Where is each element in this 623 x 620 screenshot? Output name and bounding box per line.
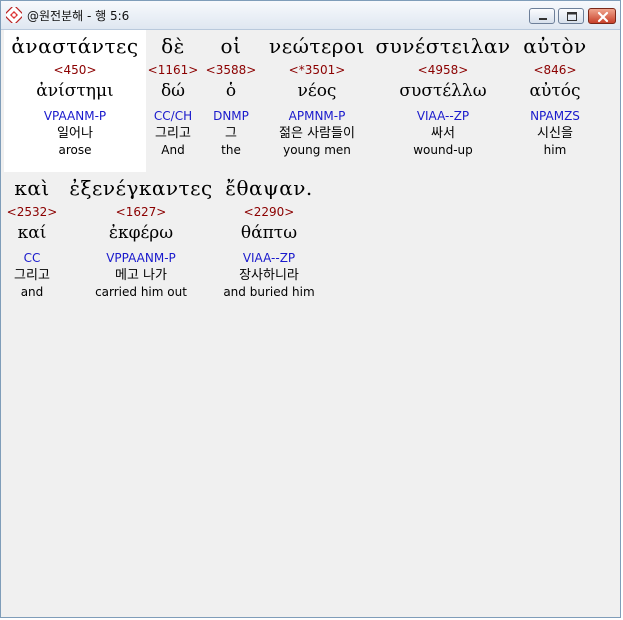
window-title: @원전분해 - 행 5:6 [27, 9, 130, 23]
greek-word: καὶ [14, 176, 50, 200]
app-window: @원전분해 - 행 5:6 ἀναστάντες <450> ἀνίστημι … [0, 0, 621, 618]
word-block[interactable]: νεώτεροι <*3501> νέος APMNM-P 젊은 사람들이 yo… [260, 34, 374, 157]
parse-code[interactable]: VIAA--ZP [374, 109, 512, 123]
lemma: συστέλλω [399, 81, 487, 101]
korean-gloss: 그 [225, 126, 237, 141]
parse-code[interactable]: APMNM-P [260, 109, 374, 123]
korean-gloss: 그리고 [155, 126, 191, 141]
lemma: ἐκφέρω [108, 223, 174, 243]
strong-number[interactable]: <3588> [204, 63, 258, 77]
english-gloss: And [161, 143, 185, 157]
close-icon [597, 11, 609, 23]
parse-code[interactable]: NPAMZS [512, 109, 598, 123]
title-bar[interactable]: @원전분해 - 행 5:6 [1, 1, 620, 30]
parse-code[interactable]: CC [4, 251, 60, 265]
word-block[interactable]: ἐξενέγκαντες <1627> ἐκφέρω VPPAANM-P 메고 … [64, 176, 218, 299]
lemma: δώ [160, 81, 186, 101]
word-block[interactable]: αὐτὸν <846> αὐτός NPAMZS 시신을 him [512, 34, 598, 157]
lemma: θάπτω [240, 223, 298, 243]
greek-word: ἔθαψαν. [225, 176, 313, 200]
parse-code[interactable]: VIAA--ZP [218, 251, 320, 265]
interlinear-content: ἀναστάντες <450> ἀνίστημι VPAANM-P 일어나 a… [4, 30, 619, 616]
word-block[interactable]: συνέστειλαν <4958> συστέλλω VIAA--ZP 싸서 … [374, 34, 512, 157]
strong-number[interactable]: <1161> [144, 63, 202, 77]
greek-word: συνέστειλαν [375, 34, 511, 58]
word-block[interactable]: ἔθαψαν. <2290> θάπτω VIAA--ZP 장사하니라 and … [218, 176, 320, 299]
korean-gloss: 일어나 [57, 126, 93, 141]
greek-word: ἀναστάντες [11, 34, 139, 58]
korean-gloss: 장사하니라 [239, 268, 299, 283]
word-block[interactable]: καὶ <2532> καί CC 그리고 and [4, 176, 60, 299]
korean-gloss: 싸서 [431, 126, 455, 141]
korean-gloss: 그리고 [14, 268, 50, 283]
close-button[interactable] [588, 8, 616, 24]
strong-number[interactable]: <846> [512, 63, 598, 77]
english-gloss: arose [58, 143, 92, 157]
greek-word: δὲ [161, 34, 185, 58]
parse-code[interactable]: VPPAANM-P [64, 251, 218, 265]
lemma: νέος [297, 81, 337, 101]
english-gloss: him [543, 143, 567, 157]
greek-word: αὐτὸν [523, 34, 587, 58]
korean-gloss: 젊은 사람들이 [279, 126, 355, 141]
english-gloss: and [20, 285, 44, 299]
english-gloss: wound-up [413, 143, 473, 157]
minimize-button[interactable] [529, 8, 555, 24]
greek-word: νεώτεροι [269, 34, 365, 58]
parse-code[interactable]: VPAANM-P [4, 109, 146, 123]
greek-word: ἐξενέγκαντες [69, 176, 213, 200]
korean-gloss: 시신을 [537, 126, 573, 141]
word-block[interactable]: ἀναστάντες <450> ἀνίστημι VPAANM-P 일어나 a… [4, 34, 146, 157]
lemma: αὐτός [529, 81, 581, 101]
korean-gloss: 메고 나가 [115, 268, 167, 283]
english-gloss: the [221, 143, 241, 157]
parse-code[interactable]: DNMP [204, 109, 258, 123]
strong-number[interactable]: <2290> [218, 205, 320, 219]
lemma: ὁ [225, 81, 237, 101]
word-block[interactable]: οἱ <3588> ὁ DNMP 그 the [204, 34, 258, 157]
maximize-button[interactable] [558, 8, 584, 24]
strong-number[interactable]: <4958> [374, 63, 512, 77]
maximize-icon [567, 12, 577, 21]
strong-number[interactable]: <450> [4, 63, 146, 77]
strong-number[interactable]: <1627> [64, 205, 218, 219]
minimize-icon [539, 18, 547, 20]
greek-word: οἱ [220, 34, 242, 58]
lemma: καί [17, 223, 47, 243]
app-icon [4, 5, 24, 25]
lemma: ἀνίστημι [36, 81, 114, 101]
english-gloss: carried him out [95, 285, 187, 299]
word-block[interactable]: δὲ <1161> δώ CC/CH 그리고 And [144, 34, 202, 157]
parse-code[interactable]: CC/CH [144, 109, 202, 123]
strong-number[interactable]: <2532> [4, 205, 60, 219]
strong-number[interactable]: <*3501> [260, 63, 374, 77]
english-gloss: young men [283, 143, 351, 157]
english-gloss: and buried him [223, 285, 315, 299]
